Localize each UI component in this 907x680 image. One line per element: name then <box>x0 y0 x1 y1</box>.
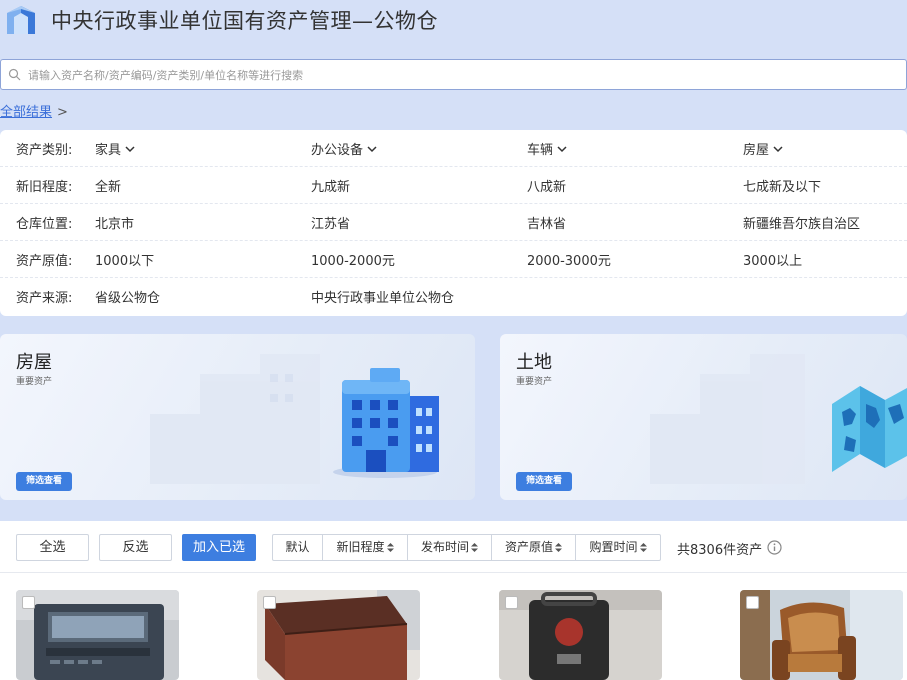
sort-arrows-icon <box>639 543 647 552</box>
filter-option[interactable]: 中央行政事业单位公物仓 <box>311 287 454 306</box>
card-subtitle: 重要资产 <box>516 377 553 387</box>
invert-selection-button[interactable]: 反选 <box>99 534 172 561</box>
info-icon[interactable] <box>767 540 782 555</box>
page-title: 中央行政事业单位国有资产管理—公物仓 <box>51 9 438 33</box>
filter-option[interactable]: 北京市 <box>95 213 134 232</box>
asset-checkbox[interactable] <box>22 596 35 609</box>
building-icon <box>333 368 439 478</box>
sort-condition[interactable]: 新旧程度 <box>323 535 408 560</box>
sort-arrows-icon <box>386 543 394 552</box>
filter-option[interactable]: 2000-3000元 <box>527 250 611 269</box>
filter-option-furniture[interactable]: 家具 <box>95 139 136 158</box>
app-header: 中央行政事业单位国有资产管理—公物仓 <box>0 0 907 52</box>
asset-checkbox[interactable] <box>505 596 518 609</box>
asset-checkbox[interactable] <box>746 596 759 609</box>
filter-row-source: 资产来源: 省级公物仓 中央行政事业单位公物仓 <box>0 278 907 315</box>
sort-default[interactable]: 默认 <box>273 535 323 560</box>
asset-card[interactable] <box>740 590 903 680</box>
asset-count: 共8306件资产 <box>677 543 763 558</box>
chevron-down-icon <box>367 146 377 153</box>
asset-card[interactable] <box>257 590 420 680</box>
filter-panel: 资产类别: 家具 办公设备 车辆 房屋 新旧程度: 全新 九成新 八成新 七成新… <box>0 130 907 316</box>
breadcrumb-separator: > <box>57 105 68 120</box>
filter-label: 资产来源: <box>16 291 73 306</box>
filter-option[interactable]: 吉林省 <box>527 213 566 232</box>
filter-option[interactable]: 八成新 <box>527 176 566 195</box>
filter-option[interactable]: 1000-2000元 <box>311 250 395 269</box>
filter-row-condition: 新旧程度: 全新 九成新 八成新 七成新及以下 <box>0 167 907 204</box>
filter-label: 资产类别: <box>16 143 73 158</box>
asset-card[interactable] <box>16 590 179 680</box>
filter-row-location: 仓库位置: 北京市 江苏省 吉林省 新疆维吾尔族自治区 <box>0 204 907 241</box>
sort-original-value[interactable]: 资产原值 <box>492 535 576 560</box>
search-input[interactable] <box>28 64 888 86</box>
filter-row-original-value: 资产原值: 1000以下 1000-2000元 2000-3000元 3000以… <box>0 241 907 278</box>
filter-view-button[interactable]: 筛选查看 <box>516 472 572 491</box>
feature-card-land[interactable]: 土地 重要资产 筛选查看 <box>500 334 907 500</box>
map-icon <box>832 386 907 472</box>
list-toolbar: 全选 反选 加入已选 默认 新旧程度 发布时间 资产原值 购置时间 共8306件… <box>0 521 907 573</box>
breadcrumb: 全部结果 > <box>0 101 68 120</box>
sort-group: 默认 新旧程度 发布时间 资产原值 购置时间 <box>272 534 661 561</box>
chevron-down-icon <box>125 146 135 153</box>
search-bar <box>0 59 907 90</box>
filter-option[interactable]: 江苏省 <box>311 213 350 232</box>
filter-option[interactable]: 省级公物仓 <box>95 287 160 306</box>
sort-arrows-icon <box>471 543 478 552</box>
filter-option[interactable]: 3000以上 <box>743 250 802 269</box>
filter-option[interactable]: 九成新 <box>311 176 350 195</box>
filter-row-category: 资产类别: 家具 办公设备 车辆 房屋 <box>0 130 907 167</box>
battery-device-icon <box>499 590 662 680</box>
filter-option[interactable]: 全新 <box>95 176 121 195</box>
sort-arrows-icon <box>555 543 562 552</box>
filter-option-vehicles[interactable]: 车辆 <box>527 139 568 158</box>
search-icon <box>8 68 21 81</box>
feature-card-housing[interactable]: 房屋 重要资产 筛选查看 <box>0 334 475 500</box>
filter-label: 仓库位置: <box>16 217 73 232</box>
asset-checkbox[interactable] <box>263 596 276 609</box>
sort-publish-time[interactable]: 发布时间 <box>408 535 492 560</box>
filter-option[interactable]: 新疆维吾尔族自治区 <box>743 213 860 232</box>
filter-label: 新旧程度: <box>16 180 73 195</box>
add-selected-button[interactable]: 加入已选 <box>182 534 256 561</box>
filter-option[interactable]: 七成新及以下 <box>743 176 821 195</box>
shredder-machine-icon <box>16 590 179 680</box>
filter-option-housing[interactable]: 房屋 <box>743 139 784 158</box>
breadcrumb-all-results[interactable]: 全部结果 <box>0 105 52 120</box>
card-title: 土地 <box>516 352 552 373</box>
select-all-button[interactable]: 全选 <box>16 534 89 561</box>
filter-option[interactable]: 1000以下 <box>95 250 154 269</box>
card-subtitle: 重要资产 <box>16 377 53 387</box>
asset-card[interactable] <box>499 590 662 680</box>
card-title: 房屋 <box>16 352 52 373</box>
filter-option-office-equipment[interactable]: 办公设备 <box>311 139 378 158</box>
filter-view-button[interactable]: 筛选查看 <box>16 472 72 491</box>
building-logo-icon <box>7 6 35 34</box>
sort-purchase-time[interactable]: 购置时间 <box>576 535 660 560</box>
wooden-desk-icon <box>257 590 420 680</box>
armchair-icon <box>740 590 903 680</box>
filter-label: 资产原值: <box>16 254 73 269</box>
chevron-down-icon <box>557 146 567 153</box>
asset-grid <box>0 573 907 680</box>
chevron-down-icon <box>773 146 783 153</box>
